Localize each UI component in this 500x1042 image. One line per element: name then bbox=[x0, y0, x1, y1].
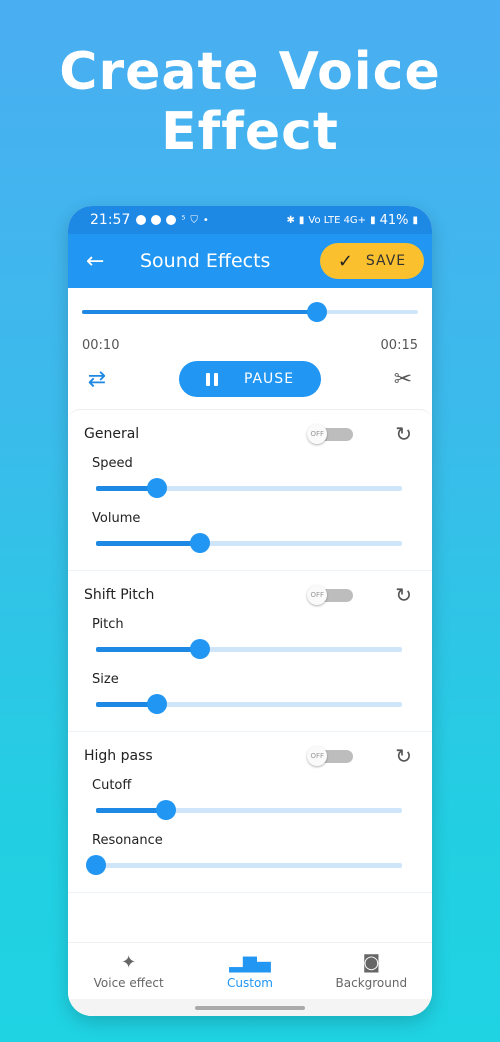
param-label: Size bbox=[92, 672, 119, 687]
param-label: Volume bbox=[92, 511, 141, 526]
page-title: Sound Effects bbox=[140, 250, 271, 272]
slider-thumb[interactable] bbox=[156, 800, 177, 820]
bluetooth-icon: ✱ bbox=[286, 214, 295, 226]
resonance-slider[interactable] bbox=[86, 848, 402, 882]
signal-icon: ▮ bbox=[298, 214, 305, 226]
general-toggle[interactable]: OFF bbox=[307, 424, 354, 444]
phone-screen: 21:57 ⁵ ⛉ • ✱ ▮ Vo LTE 4G+ ▮ 41% ▮ ← Sou… bbox=[68, 206, 432, 1016]
arrow-left-icon[interactable]: ← bbox=[86, 249, 116, 274]
background-sound-icon: ◙ bbox=[362, 952, 381, 973]
section-title: General bbox=[84, 426, 140, 442]
current-time: 00:10 bbox=[82, 338, 120, 353]
size-slider[interactable] bbox=[96, 687, 402, 721]
nav-voice-effect[interactable]: ✦ Voice effect bbox=[68, 943, 189, 999]
slider-thumb[interactable] bbox=[147, 694, 168, 714]
effects-panel: General OFF ↻ Speed Volume Shift Pitch O… bbox=[68, 409, 432, 893]
messenger-icon bbox=[136, 215, 147, 225]
headline: Create Voice Effect bbox=[0, 42, 500, 162]
magic-wand-icon: ✦ bbox=[121, 952, 137, 973]
section-title: Shift Pitch bbox=[84, 587, 155, 603]
data-icon: ⁵ bbox=[181, 214, 186, 226]
pause-button[interactable]: PAUSE bbox=[179, 361, 321, 397]
status-time: 21:57 bbox=[90, 212, 131, 228]
slider-thumb[interactable] bbox=[86, 855, 106, 875]
headline-line2: Effect bbox=[161, 102, 339, 162]
app-bar: ← Sound Effects ✓ SAVE bbox=[68, 234, 432, 288]
param-label: Cutoff bbox=[92, 778, 132, 793]
equalizer-icon: ▂▆▄ bbox=[229, 952, 271, 973]
bottom-nav: ✦ Voice effect ▂▆▄ Custom ◙ Background bbox=[68, 942, 432, 1016]
nav-custom[interactable]: ▂▆▄ Custom bbox=[189, 943, 310, 999]
seek-thumb[interactable] bbox=[307, 302, 328, 322]
section-shift-pitch: Shift Pitch OFF ↻ Pitch Size bbox=[68, 571, 432, 732]
nav-background[interactable]: ◙ Background bbox=[311, 943, 432, 999]
signal-icon: ▮ bbox=[370, 214, 376, 226]
section-general: General OFF ↻ Speed Volume bbox=[68, 410, 432, 571]
param-label: Resonance bbox=[92, 833, 163, 848]
headline-line1: Create Voice bbox=[59, 42, 441, 102]
seek-fill bbox=[82, 310, 318, 314]
volume-slider[interactable] bbox=[96, 526, 402, 560]
battery-icon: ▮ bbox=[412, 214, 418, 226]
reset-icon[interactable]: ↻ bbox=[395, 583, 412, 607]
scissors-icon[interactable]: ✂ bbox=[388, 367, 418, 392]
facebook-icon bbox=[166, 215, 177, 225]
save-label: SAVE bbox=[365, 253, 407, 269]
pitch-slider[interactable] bbox=[96, 632, 402, 666]
repeat-icon[interactable]: ⇄ bbox=[82, 367, 112, 392]
slider-thumb[interactable] bbox=[190, 639, 211, 659]
gesture-bar bbox=[68, 999, 432, 1016]
section-title: High pass bbox=[84, 748, 153, 764]
total-time: 00:15 bbox=[380, 338, 418, 353]
pause-icon bbox=[205, 372, 218, 386]
high-pass-toggle[interactable]: OFF bbox=[307, 746, 354, 766]
seek-bar[interactable] bbox=[82, 288, 418, 336]
battery-text: 41% bbox=[379, 212, 409, 228]
player: 00:10 00:15 ⇄ PAUSE ✂ bbox=[68, 288, 432, 399]
section-high-pass: High pass OFF ↻ Cutoff Resonance bbox=[68, 732, 432, 893]
dot-icon: • bbox=[202, 214, 209, 226]
status-bar: 21:57 ⁵ ⛉ • ✱ ▮ Vo LTE 4G+ ▮ 41% ▮ bbox=[68, 206, 432, 234]
messenger-icon bbox=[151, 215, 162, 225]
param-label: Speed bbox=[92, 456, 133, 471]
reset-icon[interactable]: ↻ bbox=[395, 422, 412, 446]
cutoff-slider[interactable] bbox=[96, 793, 402, 827]
shift-pitch-toggle[interactable]: OFF bbox=[307, 585, 354, 605]
slider-thumb[interactable] bbox=[147, 478, 168, 498]
save-button[interactable]: ✓ SAVE bbox=[320, 243, 424, 279]
param-label: Pitch bbox=[92, 617, 124, 632]
shield-icon: ⛉ bbox=[190, 214, 198, 226]
reset-icon[interactable]: ↻ bbox=[395, 744, 412, 768]
pause-label: PAUSE bbox=[243, 371, 295, 387]
check-icon: ✓ bbox=[337, 250, 354, 272]
slider-thumb[interactable] bbox=[190, 533, 211, 553]
speed-slider[interactable] bbox=[96, 471, 402, 505]
network-text: Vo LTE 4G+ bbox=[308, 214, 367, 226]
